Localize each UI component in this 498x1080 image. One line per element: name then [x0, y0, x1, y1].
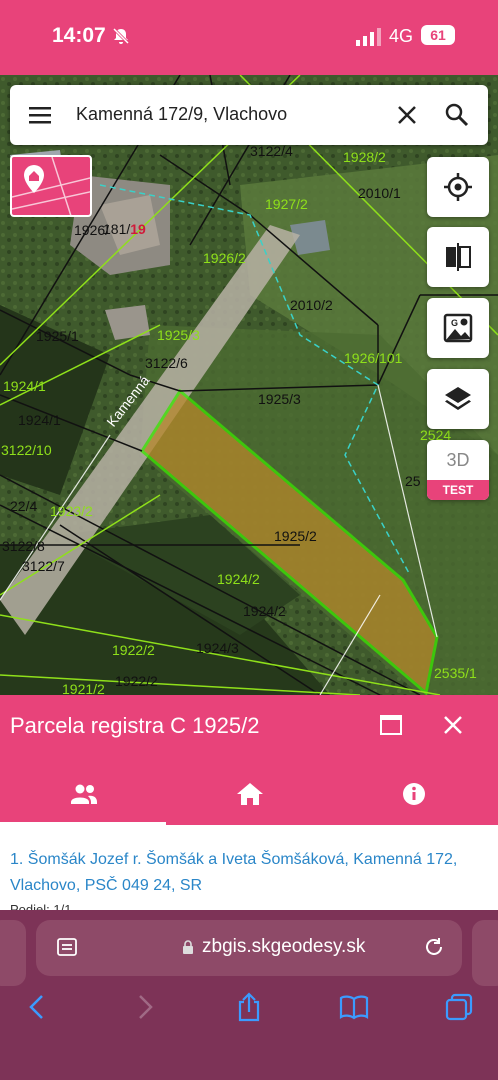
- parcel-label-e: 1926/101: [344, 350, 403, 366]
- parcel-label: 3122/7: [22, 558, 65, 574]
- locate-me-button[interactable]: [427, 157, 489, 217]
- location-thumbnail[interactable]: [10, 155, 92, 217]
- mute-bell-icon: [112, 27, 130, 50]
- svg-text:G: G: [451, 318, 458, 328]
- home-icon: [237, 783, 263, 805]
- parcel-label-e: 1922/2: [112, 642, 155, 658]
- test-badge: TEST: [427, 480, 489, 500]
- map-pin-icon: [12, 157, 90, 215]
- crosshair-icon: [444, 173, 472, 201]
- compare-maps-button[interactable]: [427, 227, 489, 287]
- tabs-icon[interactable]: [444, 992, 474, 1022]
- tab-info[interactable]: [332, 770, 498, 825]
- parcel-label-e: 1924/2: [217, 571, 260, 587]
- bookmarks-icon[interactable]: [339, 992, 369, 1022]
- owners-list: 1. Šomšák Jozef r. Šomšák a Iveta Šomšák…: [0, 825, 498, 910]
- parcel-label: 1925/2: [274, 528, 317, 544]
- parcel-label-e: 1923/2: [50, 503, 93, 519]
- parcel-label-e: 1926/2: [203, 250, 246, 266]
- 3d-label: 3D: [446, 450, 470, 470]
- previous-tab-preview[interactable]: [0, 920, 26, 986]
- url-text: zbgis.skgeodesy.sk: [202, 936, 366, 957]
- network-type: 4G: [389, 26, 414, 46]
- parcel-label: 1922/2: [115, 673, 158, 689]
- info-icon: [403, 783, 425, 805]
- address-bar[interactable]: zbgis.skgeodesy.sk: [36, 920, 462, 976]
- parcel-label: 25: [405, 473, 421, 489]
- back-icon[interactable]: [22, 992, 52, 1022]
- reader-icon[interactable]: [56, 936, 78, 958]
- share-icon[interactable]: [234, 992, 264, 1022]
- signal-icon: [356, 28, 381, 46]
- search-icon[interactable]: [444, 102, 470, 128]
- status-bar: 14:07 4G 61: [0, 0, 498, 75]
- forward-icon[interactable]: [130, 992, 160, 1022]
- parcel-label: 1924/2: [243, 603, 286, 619]
- close-panel-icon[interactable]: [440, 712, 466, 738]
- search-input[interactable]: Kamenná 172/9, Vlachovo: [76, 104, 287, 125]
- parcel-label-e: 1921/2: [62, 681, 105, 695]
- tab-buildings[interactable]: [166, 770, 332, 825]
- image-map-icon: G: [443, 313, 473, 343]
- parcel-label: 3122/8: [2, 538, 45, 554]
- close-icon[interactable]: [394, 102, 420, 128]
- parcel-label-e: 1925/3: [157, 327, 200, 343]
- panel-title: Parcela registra C 1925/2: [10, 713, 260, 738]
- layers-icon: [445, 387, 471, 410]
- clock: 14:07: [52, 24, 106, 47]
- parcel-label: 22/4: [10, 498, 38, 514]
- owner-entry[interactable]: 1. Šomšák Jozef r. Šomšák a Iveta Šomšák…: [10, 847, 490, 899]
- 3d-test-button[interactable]: 3D TEST: [427, 440, 489, 500]
- lock-icon: [183, 940, 193, 954]
- search-bar: Kamenná 172/9, Vlachovo: [10, 85, 488, 145]
- parcel-label-e: 2535/1: [434, 665, 477, 681]
- hamburger-menu-icon[interactable]: [28, 103, 52, 127]
- parcel-label-e: 1927/2: [265, 196, 308, 212]
- parcel-label: 2010/1: [358, 185, 401, 201]
- parcel-label-e: 1928/2: [343, 149, 386, 165]
- next-tab-preview[interactable]: [472, 920, 498, 986]
- browser-toolbar: zbgis.skgeodesy.sk: [0, 910, 498, 1080]
- battery-icon: 61: [421, 25, 455, 45]
- parcel-label: 1925/1: [36, 328, 79, 344]
- people-icon: [71, 784, 97, 804]
- parcel-label: 1924/3: [196, 640, 239, 656]
- parcel-label: 1924/1: [18, 412, 61, 428]
- building-number-label: 181/19: [103, 221, 146, 237]
- tab-owners[interactable]: [0, 770, 166, 825]
- layers-button[interactable]: [427, 369, 489, 429]
- maximize-icon[interactable]: [380, 715, 402, 735]
- parcel-label: 3122/6: [145, 355, 188, 371]
- ownership-share: Podiel: 1/1: [10, 902, 72, 910]
- parcel-label: 3122/4: [250, 143, 293, 159]
- reload-icon[interactable]: [422, 935, 446, 959]
- parcel-label: 1925/3: [258, 391, 301, 407]
- parcel-label: 2010/2: [290, 297, 333, 313]
- compare-icon: [446, 243, 471, 271]
- basemap-button[interactable]: G: [427, 298, 489, 358]
- parcel-panel-header: Parcela registra C 1925/2: [0, 695, 498, 825]
- parcel-label-e: 3122/10: [1, 442, 52, 458]
- parcel-label-e: 1924/1: [3, 378, 46, 394]
